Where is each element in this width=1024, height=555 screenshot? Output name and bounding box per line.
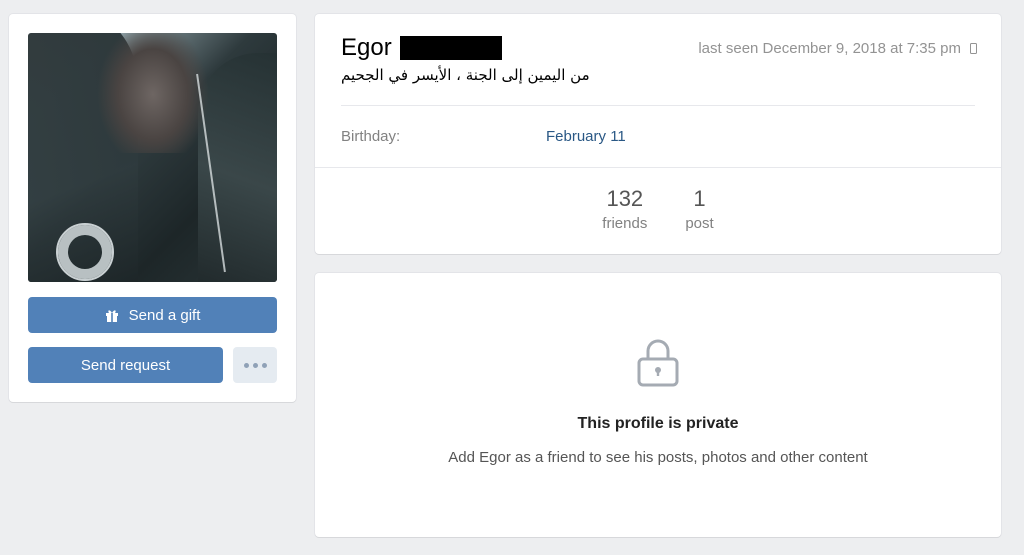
profile-counters: 132 friends 1 post (315, 186, 1001, 232)
profile-name-row: Egor (341, 34, 502, 62)
profile-photo[interactable] (28, 33, 277, 282)
more-icon (261, 362, 267, 368)
gift-icon (105, 308, 119, 322)
redacted-surname (399, 36, 502, 60)
divider (341, 105, 975, 106)
last-seen-status: last seen December 9, 2018 at 7:35 pm (698, 40, 977, 57)
posts-counter[interactable]: 1 post (685, 186, 713, 232)
profile-status: من اليمين إلى الجنة ، الأيسر في الجحيم (341, 66, 590, 84)
more-icon (243, 362, 249, 368)
posts-label: post (685, 215, 714, 232)
lock-icon (637, 337, 679, 387)
private-subtitle: Add Egor as a friend to see his posts, p… (448, 449, 868, 466)
photo-shape (56, 223, 114, 281)
mobile-icon (970, 43, 977, 54)
profile-name: Egor (341, 34, 392, 61)
send-request-label: Send request (80, 356, 171, 374)
more-icon (252, 362, 258, 368)
last-seen-text: last seen December 9, 2018 at 7:35 pm (698, 40, 961, 57)
birthday-label: Birthday: (341, 128, 401, 145)
send-gift-button[interactable]: Send a gift (28, 297, 277, 333)
private-profile-card: This profile is private Add Egor as a fr… (315, 273, 1001, 537)
posts-count: 1 (693, 186, 706, 211)
divider (315, 167, 1001, 168)
friends-count: 132 (606, 186, 644, 211)
send-gift-label: Send a gift (128, 306, 201, 324)
photo-shape (98, 33, 208, 153)
profile-sidebar-card: Send a gift Send request (9, 14, 296, 402)
profile-info-card: Egor last seen December 9, 2018 at 7:35 … (315, 14, 1001, 254)
birthday-value-link[interactable]: February 11 (546, 128, 626, 145)
more-button[interactable] (233, 347, 277, 383)
private-title: This profile is private (577, 415, 739, 432)
send-request-button[interactable]: Send request (28, 347, 223, 383)
friends-label: friends (602, 215, 648, 232)
friends-counter[interactable]: 132 friends (602, 186, 647, 232)
